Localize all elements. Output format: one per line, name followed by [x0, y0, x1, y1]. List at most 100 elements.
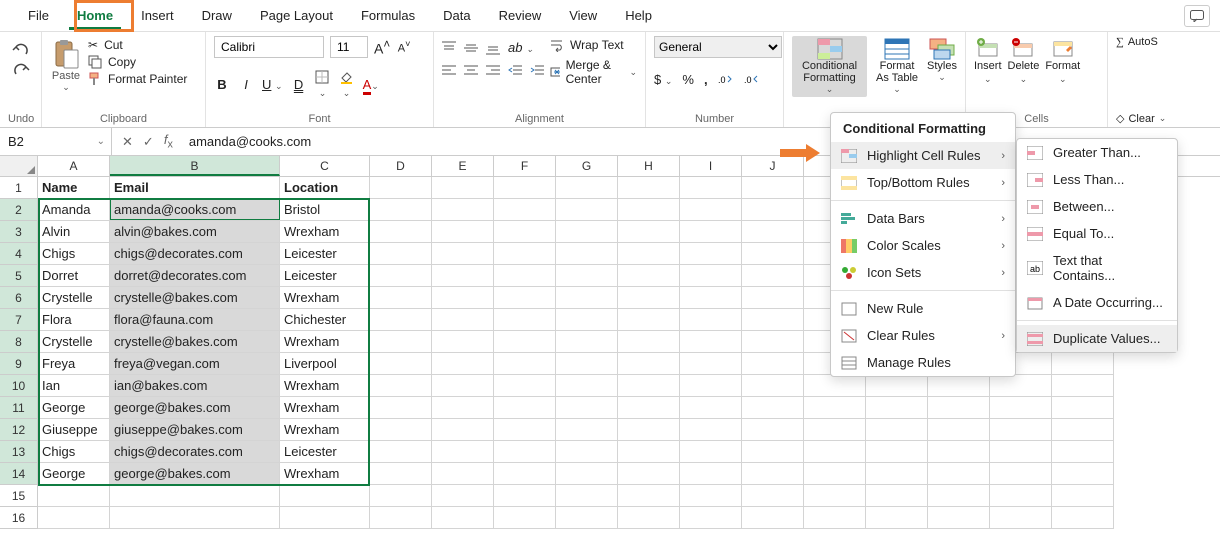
menu-highlight-cell-rules[interactable]: Highlight Cell Rules› — [831, 142, 1015, 169]
cell[interactable]: Ian — [38, 375, 110, 397]
cell[interactable] — [370, 199, 432, 221]
cell[interactable] — [556, 331, 618, 353]
cell[interactable] — [370, 463, 432, 485]
underline-button[interactable]: U ⌄ — [262, 77, 283, 92]
row-header[interactable]: 9 — [0, 353, 38, 375]
align-left-icon[interactable] — [442, 63, 456, 77]
cell[interactable] — [1052, 353, 1114, 375]
cell[interactable] — [370, 507, 432, 529]
wrap-text-button[interactable]: Wrap Text — [550, 38, 637, 52]
cell[interactable] — [370, 331, 432, 353]
row-header[interactable]: 16 — [0, 507, 38, 529]
cell[interactable] — [494, 199, 556, 221]
cell[interactable] — [928, 419, 990, 441]
merge-center-button[interactable]: Merge & Center ⌄ — [550, 58, 637, 86]
cell[interactable] — [556, 485, 618, 507]
cell[interactable] — [618, 353, 680, 375]
select-all-corner[interactable] — [0, 156, 38, 176]
col-header-I[interactable]: I — [680, 156, 742, 176]
enter-formula-icon[interactable]: ✓ — [143, 134, 154, 150]
tab-insert[interactable]: Insert — [127, 2, 188, 29]
cell[interactable] — [742, 375, 804, 397]
cell[interactable] — [680, 397, 742, 419]
cell[interactable]: chigs@decorates.com — [110, 441, 280, 463]
cell[interactable] — [556, 221, 618, 243]
cell[interactable] — [618, 397, 680, 419]
cell[interactable]: Name — [38, 177, 110, 199]
cell[interactable] — [618, 441, 680, 463]
tab-help[interactable]: Help — [611, 2, 666, 29]
cell[interactable] — [680, 375, 742, 397]
cell[interactable] — [556, 199, 618, 221]
cell[interactable]: Location — [280, 177, 370, 199]
increase-indent-icon[interactable] — [530, 63, 544, 77]
cell[interactable] — [804, 507, 866, 529]
row-header[interactable]: 6 — [0, 287, 38, 309]
align-middle-icon[interactable] — [464, 41, 478, 55]
tab-page-layout[interactable]: Page Layout — [246, 2, 347, 29]
cell[interactable]: Dorret — [38, 265, 110, 287]
cell[interactable] — [432, 177, 494, 199]
bold-button[interactable]: B — [214, 77, 230, 92]
submenu-text-contains[interactable]: abText that Contains... — [1017, 247, 1177, 289]
menu-new-rule[interactable]: New Rule — [831, 295, 1015, 322]
cell[interactable] — [990, 419, 1052, 441]
row-header[interactable]: 11 — [0, 397, 38, 419]
cell[interactable] — [494, 221, 556, 243]
tab-view[interactable]: View — [555, 2, 611, 29]
cell[interactable]: Amanda — [38, 199, 110, 221]
cell[interactable] — [1052, 507, 1114, 529]
cell[interactable] — [680, 463, 742, 485]
cell[interactable]: Giuseppe — [38, 419, 110, 441]
undo-icon[interactable] — [12, 42, 30, 56]
cell-styles-button[interactable]: Styles⌄ — [927, 36, 957, 83]
cell[interactable] — [432, 243, 494, 265]
cell[interactable] — [432, 265, 494, 287]
cancel-formula-icon[interactable]: ✕ — [122, 134, 133, 150]
cell[interactable]: Chichester — [280, 309, 370, 331]
cell[interactable] — [618, 419, 680, 441]
cell[interactable]: dorret@decorates.com — [110, 265, 280, 287]
cell[interactable] — [866, 507, 928, 529]
borders-button[interactable]: ⌄ — [315, 70, 331, 99]
cell[interactable]: Alvin — [38, 221, 110, 243]
cell[interactable] — [1052, 463, 1114, 485]
cell[interactable] — [432, 287, 494, 309]
cell[interactable] — [680, 419, 742, 441]
row-header[interactable]: 14 — [0, 463, 38, 485]
format-painter-button[interactable]: Format Painter — [88, 72, 187, 86]
cell[interactable]: Wrexham — [280, 463, 370, 485]
cell[interactable] — [680, 331, 742, 353]
cell[interactable]: Leicester — [280, 265, 370, 287]
tab-data[interactable]: Data — [429, 2, 484, 29]
row-header[interactable]: 8 — [0, 331, 38, 353]
cell[interactable] — [742, 287, 804, 309]
cell[interactable] — [742, 419, 804, 441]
increase-decimal-icon[interactable]: .0 — [718, 73, 734, 87]
cell[interactable] — [494, 485, 556, 507]
cell[interactable] — [742, 331, 804, 353]
delete-cells-button[interactable]: Delete⌄ — [1008, 36, 1040, 85]
col-header-A[interactable]: A — [38, 156, 110, 176]
cell[interactable]: amanda@cooks.com — [110, 199, 280, 221]
row-header[interactable]: 1 — [0, 177, 38, 199]
menu-manage-rules[interactable]: Manage Rules — [831, 349, 1015, 376]
cell[interactable] — [370, 309, 432, 331]
cell[interactable]: Wrexham — [280, 375, 370, 397]
cell[interactable] — [370, 221, 432, 243]
cell[interactable] — [556, 419, 618, 441]
cell[interactable]: george@bakes.com — [110, 463, 280, 485]
row-header[interactable]: 7 — [0, 309, 38, 331]
cell[interactable] — [494, 287, 556, 309]
cell[interactable] — [432, 375, 494, 397]
cell[interactable] — [928, 441, 990, 463]
row-header[interactable]: 10 — [0, 375, 38, 397]
cell[interactable] — [618, 199, 680, 221]
cell[interactable] — [494, 397, 556, 419]
font-name-select[interactable] — [214, 36, 324, 58]
row-header[interactable]: 2 — [0, 199, 38, 221]
cell[interactable] — [432, 397, 494, 419]
cell[interactable] — [618, 463, 680, 485]
cell[interactable] — [370, 441, 432, 463]
menu-top-bottom-rules[interactable]: Top/Bottom Rules› — [831, 169, 1015, 196]
